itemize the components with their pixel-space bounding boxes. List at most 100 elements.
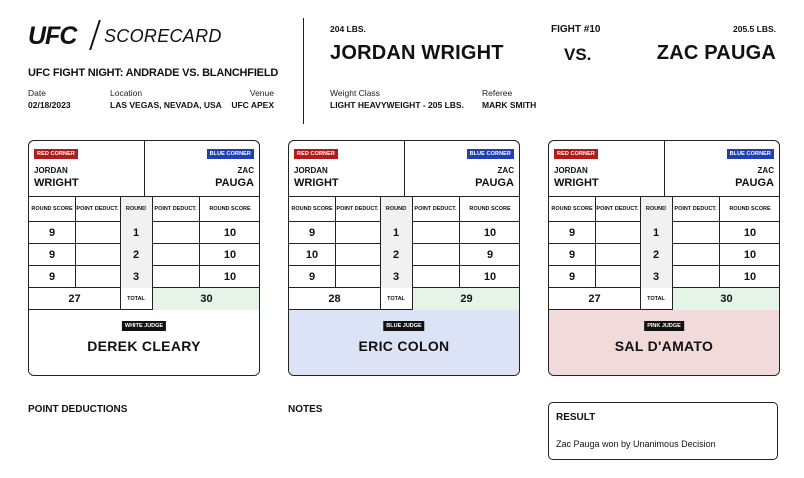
grid-line [380,288,381,310]
red-point-deduction [335,244,380,266]
blue-total: 30 [672,288,779,310]
blue-point-deduction [412,266,459,288]
header-round-score: ROUND SCORE [729,206,771,213]
header-point-deduct: POINT DEDUCT. [674,206,717,213]
header-divider [303,18,304,124]
header-round-score: ROUND SCORE [551,206,593,213]
red-fighter-last-name: WRIGHT [294,177,339,189]
judge-badge: WHITE JUDGE [121,321,167,331]
blue-fighter-last-name: PAUGA [735,177,774,189]
header-point-deduct: POINT DEDUCT. [414,206,457,213]
judge-footer: PINK JUDGE SAL D'AMATO [549,310,779,375]
total-row: 27 TOTAL 30 [549,288,779,310]
round-number: 2 [120,244,152,266]
blue-round-score: 10 [223,227,237,239]
round-number: 1 [640,222,672,244]
total-row: 28 TOTAL 29 [289,288,519,310]
header-point-deduct: POINT DEDUCT. [596,206,639,213]
grid-line [640,288,641,310]
grid-line [640,197,641,288]
red-corner-badge: RED CORNER [294,149,338,159]
blue-total: 30 [152,288,259,310]
weight-class-value: LIGHT HEAVYWEIGHT - 205 LBS. [330,100,464,110]
grid-line [152,288,153,310]
red-fighter-first-name: JORDAN [554,166,588,175]
header-round-score: ROUND SCORE [469,206,511,213]
grid-line [199,197,200,288]
fighter2-name: ZAC PAUGA [656,42,776,64]
red-point-deduction [595,222,640,244]
red-round-score: 9 [568,271,576,283]
grid-line [380,197,381,288]
round-row: 9 3 10 [289,266,519,288]
red-round-score: 9 [48,271,56,283]
red-round-score: 10 [305,249,319,261]
fighter1-weight: 204 LBS. [330,24,366,34]
blue-fighter-first-name: ZAC [237,166,254,175]
blue-corner-badge: BLUE CORNER [466,149,514,159]
blue-fighter-last-name: PAUGA [475,177,514,189]
event-title: UFC FIGHT NIGHT: ANDRADE VS. BLANCHFIELD [28,67,279,79]
blue-round-score: 10 [483,271,497,283]
blue-point-deduction [152,244,199,266]
judge-footer: BLUE JUDGE ERIC COLON [289,310,519,375]
header-point-deduct: POINT DEDUCT. [154,206,197,213]
judge-badge: BLUE JUDGE [383,321,425,331]
notes-title: NOTES [288,404,323,415]
blue-round-score: 10 [223,249,237,261]
date-label: Date [28,88,46,98]
grid-line [120,288,121,310]
red-corner-badge: RED CORNER [34,149,78,159]
red-total: 27 [588,293,601,305]
judge-name: SAL D'AMATO [614,338,714,354]
total-label: TOTAL [387,296,405,302]
grid-line [75,197,76,288]
logo-slash [89,20,101,50]
corner-divider [144,141,145,197]
round-number: 3 [380,266,412,288]
blue-total: 29 [412,288,519,310]
blue-point-deduction [672,266,719,288]
red-round-score: 9 [308,227,316,239]
point-deductions-title: POINT DEDUCTIONS [28,404,128,415]
red-round-score: 9 [568,227,576,239]
grid-line [672,288,673,310]
judge-card: RED CORNER JORDAN WRIGHT BLUE CORNER ZAC PAUG… [28,140,260,376]
red-round-score: 9 [48,249,56,261]
weight-class-label: Weight Class [330,88,380,98]
header-round: ROUND [640,197,672,222]
red-fighter-first-name: JORDAN [34,166,68,175]
blue-fighter-last-name: PAUGA [215,177,254,189]
round-number: 1 [380,222,412,244]
header-round-score: ROUND SCORE [209,206,251,213]
red-point-deduction [75,266,120,288]
blue-round-score: 10 [223,271,237,283]
red-point-deduction [335,222,380,244]
round-row: 10 2 9 [289,244,519,266]
grid-line [412,197,413,288]
result-box: RESULT Zac Pauga won by Unanimous Decisi… [548,402,778,460]
blue-point-deduction [152,222,199,244]
logo-section: SCORECARD [104,26,222,46]
blue-corner-badge: BLUE CORNER [206,149,254,159]
round-number: 2 [640,244,672,266]
blue-round-score: 10 [743,227,757,239]
judge-name: DEREK CLEARY [87,338,201,354]
judge-card: RED CORNER JORDAN WRIGHT BLUE CORNER ZAC PAUG… [548,140,780,376]
round-row: 9 1 10 [289,222,519,244]
venue-label: Venue [249,88,274,98]
header-round-score: ROUND SCORE [291,206,333,213]
red-point-deduction [595,244,640,266]
blue-point-deduction [152,266,199,288]
judge-footer: WHITE JUDGE DEREK CLEARY [29,310,259,375]
result-text: Zac Pauga won by Unanimous Decision [556,439,716,449]
red-point-deduction [335,266,380,288]
round-number: 2 [380,244,412,266]
blue-round-score: 10 [483,227,497,239]
grid-line [120,197,121,288]
fighter1-name: JORDAN WRIGHT [330,42,504,64]
judge-badge: PINK JUDGE [644,321,684,331]
red-fighter-last-name: WRIGHT [554,177,599,189]
blue-round-score: 9 [486,249,494,261]
blue-point-deduction [672,222,719,244]
